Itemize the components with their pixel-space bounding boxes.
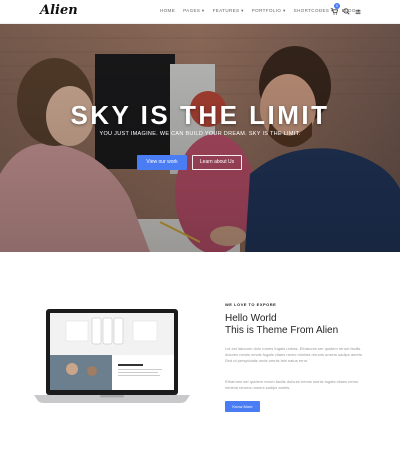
nav-features[interactable]: FEATURES ▾ — [213, 8, 244, 14]
menu-grid-icon[interactable] — [355, 9, 361, 15]
hero-subtitle: YOU JUST IMAGINE. WE CAN BUILD YOUR DREA… — [99, 131, 301, 137]
hero-section: SKY IS THE LIMIT YOU JUST IMAGINE. WE CA… — [0, 24, 400, 252]
about-paragraph-2: Etharums ser quidem rerum facilis dolore… — [225, 379, 359, 390]
nav-shortcodes[interactable]: SHORTCODES ▾ — [294, 8, 334, 14]
nav-home[interactable]: HOME — [160, 8, 175, 14]
view-our-work-button[interactable]: View our work — [137, 155, 187, 170]
laptop-mockup-image — [34, 309, 190, 403]
nav-portfolio[interactable]: PORTFOLIO ▾ — [252, 8, 286, 14]
know-more-button[interactable]: Know More — [225, 401, 260, 412]
search-icon[interactable] — [343, 8, 350, 15]
about-paragraph-1: Lid est laborum dolo rumes fugats untras… — [225, 346, 363, 363]
section-eyebrow: WE LOVE TO EXPORE — [225, 302, 277, 307]
site-header: Alien HOME PAGES ▾ FEATURES ▾ PORTFOLIO … — [0, 0, 400, 24]
hero-title: SKY IS THE LIMIT — [70, 100, 330, 130]
cart-count-badge: 0 — [334, 3, 340, 9]
heading-line-2: This is Theme From Alien — [225, 325, 339, 336]
heading-line-1: Hello World — [225, 313, 277, 324]
logo[interactable]: Alien — [40, 3, 78, 18]
hero-background-photo — [0, 24, 400, 252]
section-heading: Hello World This is Theme From Alien — [225, 313, 385, 337]
nav-pages[interactable]: PAGES ▾ — [183, 8, 204, 14]
learn-about-us-button[interactable]: Learn about Us — [192, 155, 242, 170]
